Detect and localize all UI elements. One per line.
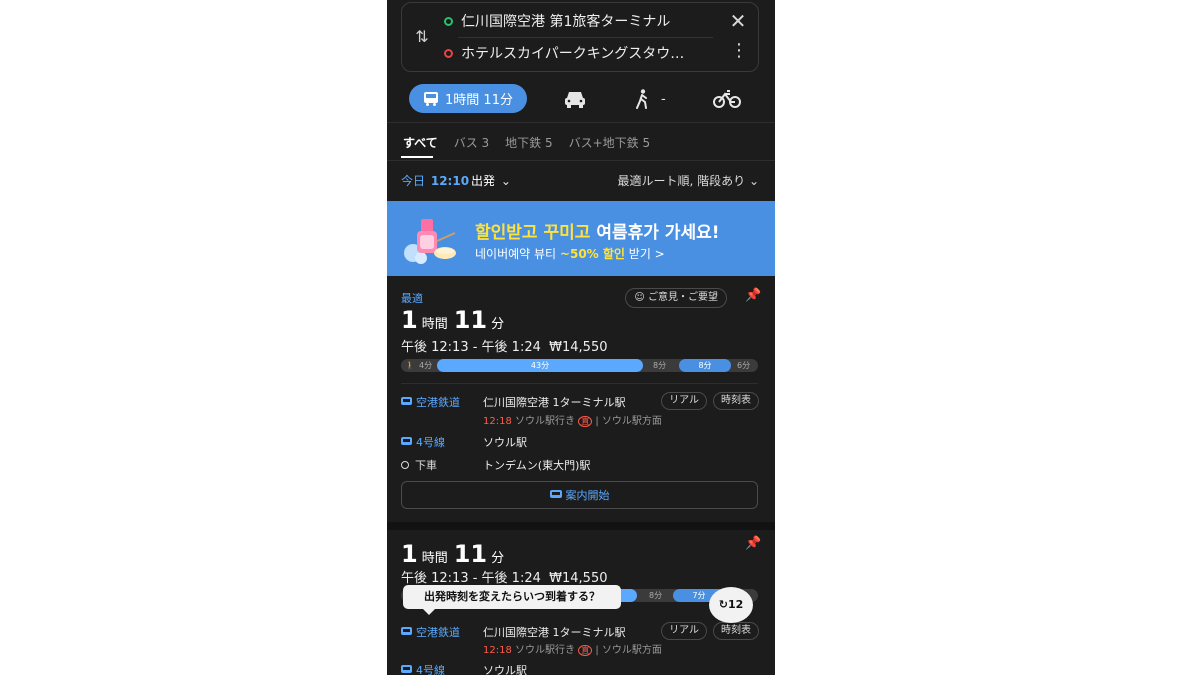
bike-icon[interactable] — [713, 89, 741, 109]
route-duration: 1 時間 11 分 — [401, 306, 505, 334]
walk-end-segment-label: 6分 — [737, 361, 751, 370]
divider — [401, 383, 758, 384]
tab-all[interactable]: すべて — [403, 134, 438, 154]
bus-icon — [549, 490, 562, 498]
ad-banner[interactable]: 할인받고 꾸미고 여름휴가 가세요! 네이버예약 뷰티 ~50% 할인 받기 > — [387, 201, 775, 276]
divider — [458, 37, 713, 38]
walk-icon — [636, 89, 647, 109]
chevron-down-icon: ⌄ — [500, 174, 511, 188]
route-fare: ₩14,550 — [549, 340, 608, 355]
mode-walk-tab[interactable]: - — [635, 87, 666, 111]
pin-icon[interactable]: 📌 — [745, 288, 761, 303]
route-card[interactable]: 最適 ☺ ご意見・ご要望 📌 1 時間 11 分 午後 12:13 - 午後 1:2… — [387, 276, 775, 522]
train-icon — [401, 437, 412, 445]
alight-dot-icon — [401, 461, 409, 469]
tab-bus-subway[interactable]: バス+地下鉄 5 — [569, 134, 651, 154]
mode-tabs: 1時間 11分 - — [387, 84, 775, 114]
best-route-badge: 最適 — [401, 292, 423, 305]
filter-tabs: すべて バス 3 地下鉄 5 バス+地下鉄 5 — [403, 134, 666, 154]
route-fare: ₩14,550 — [549, 571, 608, 586]
walk-duration: - — [661, 91, 666, 107]
active-tab-indicator — [401, 156, 433, 158]
wait-segment-label: 8分 — [649, 591, 663, 600]
car-icon[interactable] — [563, 89, 587, 109]
departure-info: 12:18 ソウル駅行き 直 | ソウル駅方面 — [483, 416, 662, 427]
route-step: 下車 トンデムン(東大門)駅 — [401, 457, 759, 475]
ad-title: 할인받고 꾸미고 여름휴가 가세요! — [475, 223, 720, 243]
pin-icon[interactable]: 📌 — [745, 536, 761, 551]
more-menu-icon[interactable]: ⋮ — [730, 41, 748, 61]
tab-subway[interactable]: 地下鉄 5 — [505, 134, 552, 154]
route-duration: 1 時間 11 分 — [401, 540, 505, 568]
route-step: 4号線 ソウル駅 — [401, 434, 759, 452]
train-icon — [401, 665, 412, 673]
app-screen: ⇅ 仁川国際空港 第1旅客ターミナル ホテルスカイパークキングスタウ… ✕ ⋮ … — [387, 0, 775, 675]
today-label: 今日 — [401, 174, 426, 188]
route-timeline: 午後 12:13 - 午後 1:24 ₩14,550 — [401, 340, 608, 355]
walk-icon: 🚶 — [405, 361, 415, 370]
wait-segment-label: 8分 — [653, 361, 667, 370]
cosmetics-icon — [404, 219, 456, 264]
close-icon[interactable]: ✕ — [728, 11, 748, 31]
timetable-chip[interactable]: 時刻表 — [713, 622, 759, 640]
transit-duration: 1時間 11分 — [445, 93, 513, 108]
mode-transit-tab[interactable]: 1時間 11分 — [409, 84, 527, 113]
arrival-tooltip[interactable]: 出発時刻を変えたらいつ到着する？ — [403, 585, 621, 615]
segment-bar: 🚶 4分 43分 8分 8分 6分 — [401, 359, 758, 372]
origin-field[interactable]: 仁川国際空港 第1旅客ターミナル — [444, 7, 670, 35]
origin-dot-icon — [444, 16, 453, 26]
walk-segment-label: 4分 — [419, 361, 433, 370]
destination-text: ホテルスカイパークキングスタウ… — [461, 46, 685, 62]
realtime-chip[interactable]: リアル — [661, 392, 707, 410]
realtime-chip[interactable]: リアル — [661, 622, 707, 640]
destination-dot-icon — [444, 48, 453, 58]
route-input-box: ⇅ 仁川国際空港 第1旅客ターミナル ホテルスカイパークキングスタウ… ✕ ⋮ — [401, 2, 759, 72]
bus-segment: 8分 — [679, 359, 731, 372]
departure-info: 12:18 ソウル駅行き 直 | ソウル駅方面 — [483, 645, 662, 656]
start-guidance-button[interactable]: 案内開始 — [401, 481, 758, 509]
feedback-button[interactable]: ☺ ご意見・ご要望 — [625, 288, 727, 308]
destination-field[interactable]: ホテルスカイパークキングスタウ… — [444, 39, 684, 67]
divider — [387, 160, 775, 161]
ad-subtitle: 네이버예약 뷰티 ~50% 할인 받기 > — [475, 247, 665, 261]
departure-time-selector[interactable]: 今日 12:10 出発 ⌄ — [401, 172, 513, 190]
route-timeline: 午後 12:13 - 午後 1:24 ₩14,550 — [401, 571, 608, 586]
origin-text: 仁川国際空港 第1旅客ターミナル — [461, 14, 671, 30]
sort-selector[interactable]: 最適ルート順, 階段あり ⌄ — [617, 172, 759, 190]
train-icon — [401, 397, 412, 405]
route-step: 4号線 ソウル駅 — [401, 662, 759, 675]
train-icon — [401, 627, 412, 635]
swap-icon[interactable]: ⇅ — [412, 27, 432, 47]
smile-icon: ☺ — [634, 292, 645, 303]
divider — [387, 122, 775, 123]
card-separator — [387, 522, 775, 530]
rail-segment: 43分 — [437, 359, 643, 372]
departure-row: 今日 12:10 出発 ⌄ 最適ルート順, 階段あり ⌄ — [401, 172, 759, 190]
timetable-chip[interactable]: 時刻表 — [713, 392, 759, 410]
departure-suffix: 出発 — [471, 174, 496, 188]
bus-icon — [424, 91, 439, 106]
sort-label: 最適ルート順, 階段あり — [617, 174, 746, 188]
departure-time: 12:10 — [430, 174, 470, 188]
refresh-icon: ↻ — [718, 598, 728, 611]
chevron-down-icon: ⌄ — [748, 174, 759, 188]
tab-bus[interactable]: バス 3 — [454, 134, 489, 154]
time-refresh-button[interactable]: ↻12 — [709, 587, 753, 623]
